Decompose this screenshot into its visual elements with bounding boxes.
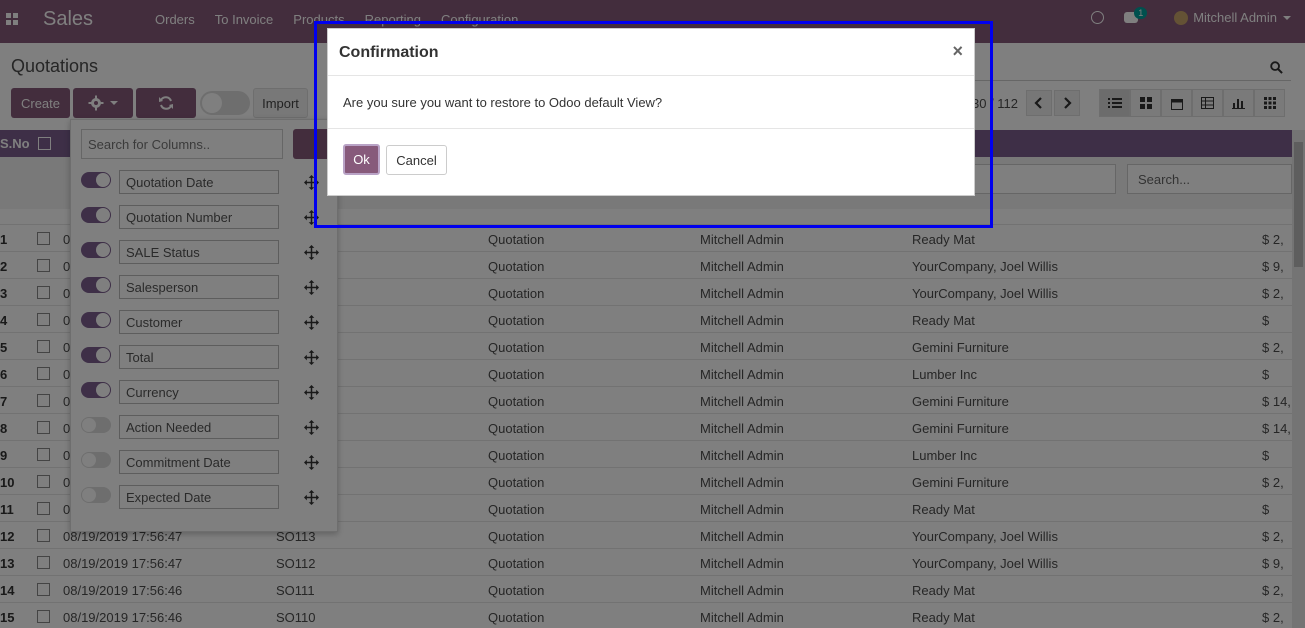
- dialog-footer: Ok Cancel: [328, 128, 974, 196]
- cancel-button[interactable]: Cancel: [386, 145, 447, 175]
- confirmation-dialog: Confirmation × Are you sure you want to …: [327, 28, 975, 196]
- dialog-title: Confirmation: [339, 44, 439, 61]
- dialog-message: Are you sure you want to restore to Odoo…: [343, 95, 663, 110]
- close-icon[interactable]: ×: [952, 41, 963, 62]
- ok-button[interactable]: Ok: [343, 144, 380, 175]
- dialog-header: Confirmation ×: [328, 29, 974, 76]
